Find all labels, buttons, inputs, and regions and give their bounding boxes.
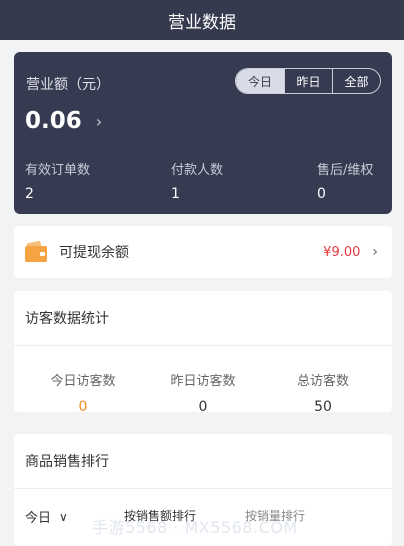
visitor-label: 总访客数 xyxy=(296,374,349,389)
period-segmented-control: 今日 昨日 全部 xyxy=(235,68,381,94)
visitor-stats-card: 访客数据统计 今日访客数 0 昨日访客数 0 总访客数 50 xyxy=(14,291,392,412)
visitor-label: 今日访客数 xyxy=(50,374,116,389)
tab-yesterday[interactable]: 昨日 xyxy=(284,69,332,93)
stat-paying-users: 付款人数 1 xyxy=(171,159,223,202)
revenue-amount: 0.06 xyxy=(25,108,82,134)
visitor-value: 50 xyxy=(314,399,332,412)
chevron-right-icon: › xyxy=(372,244,378,260)
stat-after-sales: 售后/维权 0 xyxy=(317,159,373,202)
chevron-right-icon: › xyxy=(95,111,103,131)
wallet-label: 可提现余额 xyxy=(59,245,129,261)
revenue-card: 营业额（元） 今日 昨日 全部 0.06 › 有效订单数 2 付款人数 1 售后… xyxy=(14,52,392,214)
visitor-label: 昨日访客数 xyxy=(170,374,236,389)
stat-value: 1 xyxy=(171,186,180,202)
sales-ranking-title: 商品销售排行 xyxy=(14,434,392,489)
visitor-today: 今日访客数 0 xyxy=(23,370,143,412)
visitor-stats-title: 访客数据统计 xyxy=(14,291,392,346)
stat-valid-orders: 有效订单数 2 xyxy=(25,159,90,202)
visitor-value: 0 xyxy=(198,399,208,412)
visitor-stats-row: 今日访客数 0 昨日访客数 0 总访客数 50 xyxy=(14,346,392,412)
stat-label: 有效订单数 xyxy=(25,163,91,178)
stat-label: 售后/维权 xyxy=(317,163,374,178)
tab-today[interactable]: 今日 xyxy=(236,69,284,93)
period-dropdown[interactable]: 今日 ∨ xyxy=(25,507,68,527)
visitor-total: 总访客数 50 xyxy=(263,370,383,412)
revenue-label: 营业额（元） xyxy=(26,77,110,93)
wallet-icon xyxy=(25,240,47,262)
withdrawable-balance-row[interactable]: 可提现余额 ¥9.00 › xyxy=(14,226,392,278)
watermark: 手游5568 · MX5568.COM xyxy=(92,518,298,537)
page-header: 营业数据 xyxy=(0,0,404,40)
wallet-amount: ¥9.00 xyxy=(323,244,361,260)
visitor-value: 0 xyxy=(78,399,88,412)
visitor-yesterday: 昨日访客数 0 xyxy=(143,370,263,412)
revenue-amount-link[interactable]: 0.06 › xyxy=(25,108,102,134)
stat-label: 付款人数 xyxy=(171,163,224,178)
stat-value: 0 xyxy=(317,186,326,202)
tab-all[interactable]: 全部 xyxy=(332,69,380,93)
stat-value: 2 xyxy=(25,186,34,202)
period-dropdown-value: 今日 xyxy=(25,511,52,526)
chevron-down-icon: ∨ xyxy=(59,509,68,524)
page-title: 营业数据 xyxy=(168,12,236,33)
